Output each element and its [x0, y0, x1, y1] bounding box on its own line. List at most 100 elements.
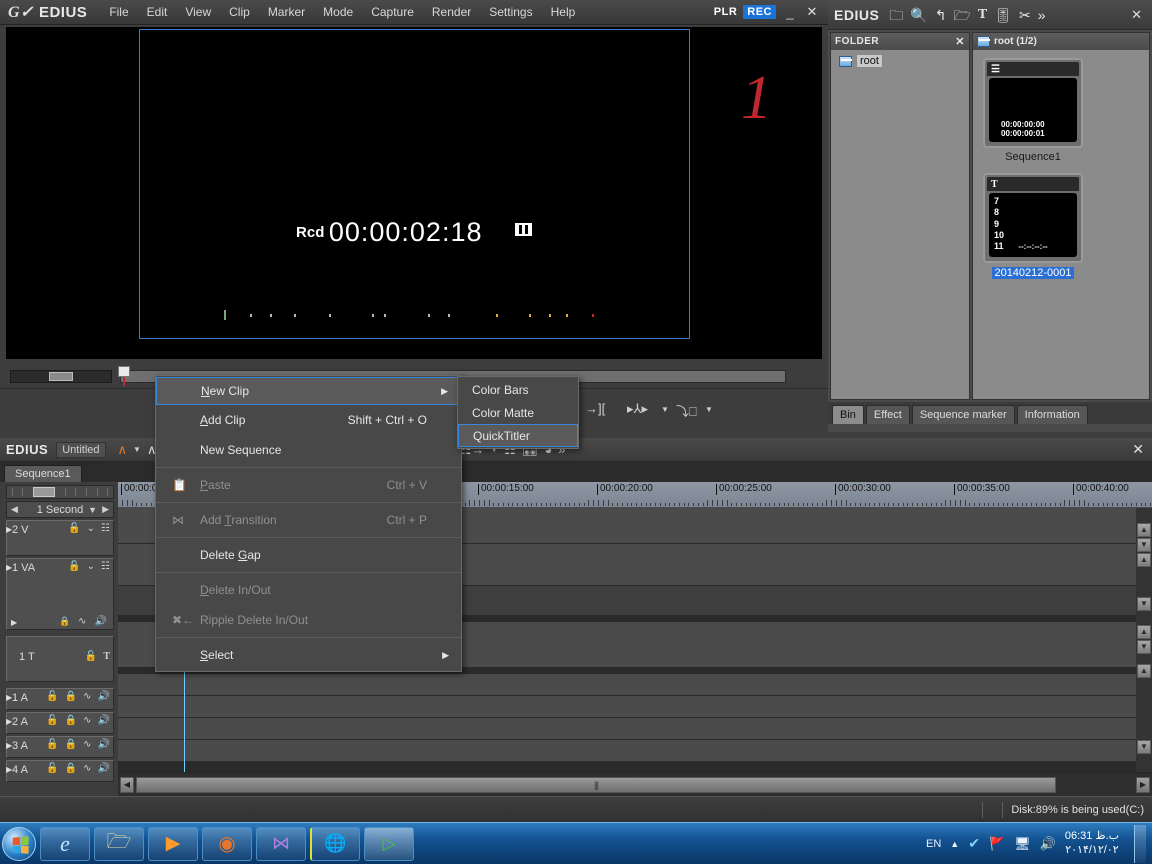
search-icon[interactable]: 🔍: [910, 8, 927, 22]
language-indicator[interactable]: EN: [926, 838, 941, 850]
audio-mute-icon[interactable]: 🔒: [65, 739, 77, 750]
zoom-unit-next-icon[interactable]: ▶: [102, 504, 109, 515]
track-buttons[interactable]: 🔓 T: [85, 651, 110, 662]
insert-clip-icon[interactable]: ⤵⎕: [676, 401, 697, 420]
track-buttons[interactable]: 🔓 🔒 ∿ 🔊: [46, 715, 110, 726]
minimize-button[interactable]: _: [782, 5, 798, 20]
track-height-down-button[interactable]: ▼: [1137, 740, 1151, 754]
taskbar-clock[interactable]: ب.ظ 06:31 ۲۰۱۴/۱۲/۰۲: [1065, 830, 1119, 858]
new-clip-submenu[interactable]: Color Bars Color Matte QuickTitler: [457, 376, 579, 449]
bin-clip-grid[interactable]: ☰ 00:00:00:00 00:00:00:01 Sequence1 T 7 …: [973, 50, 1149, 399]
folder-icon[interactable]: 🗀: [889, 8, 903, 22]
more-chevron-icon[interactable]: »: [1038, 8, 1046, 22]
audio-mute-icon[interactable]: 🔒: [65, 763, 77, 774]
tab-sequence-marker[interactable]: Sequence marker: [911, 405, 1015, 424]
zoom-unit-dropdown-icon[interactable]: ▼: [88, 505, 97, 515]
track-height-up-button[interactable]: ▲: [1137, 625, 1151, 639]
marker-chevron-icon[interactable]: ▼: [661, 405, 669, 414]
track-audio-sub[interactable]: ▶ 🔒 ∿ 🔊: [7, 616, 113, 627]
bin-toolbar[interactable]: 🗀 🔍 ↰ 🗁 T 🎚 ✂ »: [889, 7, 1046, 22]
folder-tree-row-root[interactable]: root: [839, 54, 969, 68]
colorbar-icon[interactable]: 🎚: [994, 8, 1012, 22]
volume-icon[interactable]: 🔊: [1040, 836, 1056, 852]
windows-taskbar[interactable]: e 🗁 ▶ ◉ ⋈ 🌐 ▷ EN ▲ ✔ 🚩 🖥 🔊 ب.ظ 06:31 ۲۰۱…: [0, 822, 1152, 864]
tab-effect[interactable]: Effect: [865, 405, 910, 424]
bin-tab-strip[interactable]: Bin Effect Sequence marker Information: [828, 402, 1152, 424]
menu-settings[interactable]: Settings: [481, 2, 540, 22]
start-orb[interactable]: [2, 826, 36, 861]
speaker-icon[interactable]: 🔊: [98, 715, 110, 726]
track-height-down-button[interactable]: ▼: [1137, 538, 1151, 552]
menu-capture[interactable]: Capture: [363, 2, 422, 22]
audio-lock-icon[interactable]: 🔒: [59, 616, 70, 627]
bin-clip-item[interactable]: ☰ 00:00:00:00 00:00:00:01 Sequence1: [983, 58, 1083, 163]
lock-icon[interactable]: 🔓: [46, 715, 58, 726]
track-scroll-icon[interactable]: ☷: [101, 561, 110, 572]
close-button[interactable]: ✕: [804, 4, 820, 20]
bin-clip-item[interactable]: T 7 8 9 10 11 --:--:--:-- 20140212-0001: [983, 173, 1083, 281]
menu-clip[interactable]: Clip: [221, 2, 258, 22]
audio-mute-icon[interactable]: 🔒: [65, 715, 77, 726]
track-header-1va[interactable]: ▶ 1 VA 🔓 ⌄ ☷ ▶ 🔒 ∿ 🔊: [6, 558, 114, 630]
internet-explorer-icon[interactable]: e: [40, 826, 90, 861]
track-height-up-button[interactable]: ▲: [1137, 553, 1151, 567]
menu-item-add-clip[interactable]: Add Clip Shift + Ctrl + O: [156, 405, 461, 435]
system-tray[interactable]: EN ▲ ✔ 🚩 🖥 🔊 ب.ظ 06:31 ۲۰۱۴/۱۲/۰۲: [926, 824, 1152, 863]
video-mute-icon[interactable]: ⌄: [87, 523, 95, 534]
menu-help[interactable]: Help: [543, 2, 584, 22]
clip-thumbnail[interactable]: T 7 8 9 10 11 --:--:--:--: [983, 173, 1083, 263]
player-video-canvas[interactable]: 1 Rcd 00:00:02:18 Cur 00:00:02:18 In --:…: [6, 27, 822, 383]
context-menu[interactable]: New Clip ▶ Add Clip Shift + Ctrl + O New…: [155, 375, 462, 672]
up-icon[interactable]: ↰: [935, 8, 947, 22]
speaker-icon[interactable]: 🔊: [98, 763, 110, 774]
timeline-horizontal-scrollbar[interactable]: ◀ ▶: [118, 774, 1152, 796]
bin-close-button[interactable]: ✕: [1131, 7, 1142, 22]
security-icon[interactable]: ✔: [968, 835, 980, 852]
timeline-track-scroll-column[interactable]: ▲ ▼ ▲ ▼ ▲ ▼ ▲ ▼: [1136, 508, 1152, 772]
folder-close-icon[interactable]: ✕: [955, 35, 965, 48]
zoom-unit-prev-icon[interactable]: ◀: [11, 504, 18, 515]
timeline-zoom-slider[interactable]: [6, 485, 114, 499]
submenu-item-color-bars[interactable]: Color Bars: [458, 378, 578, 401]
track-height-up-button[interactable]: ▲: [1137, 664, 1151, 678]
folder-root-label[interactable]: root: [856, 54, 883, 68]
timeline-track-row-4a[interactable]: [118, 740, 1136, 762]
video-mute-icon[interactable]: ⌄: [87, 561, 95, 572]
menu-item-delete-gap[interactable]: Delete Gap: [156, 540, 461, 570]
clip-thumbnail[interactable]: ☰ 00:00:00:00 00:00:00:01: [983, 58, 1083, 148]
track-header-4a[interactable]: ▶ 4 A 🔓 🔒 ∿ 🔊: [6, 760, 114, 782]
track-header-1a[interactable]: ▶ 1 A 🔓 🔒 ∿ 🔊: [6, 688, 114, 710]
speaker-icon[interactable]: 🔊: [98, 739, 110, 750]
lock-icon[interactable]: 🔓: [68, 561, 80, 572]
track-buttons[interactable]: 🔓 🔒 ∿ 🔊: [46, 739, 110, 750]
add-bin-icon[interactable]: 🗁: [953, 8, 970, 22]
tab-sequence1[interactable]: Sequence1: [4, 465, 82, 482]
track-buttons[interactable]: 🔓 ⌄ ☷: [68, 561, 110, 572]
title-icon[interactable]: T: [978, 7, 987, 22]
submenu-item-quicktitler[interactable]: QuickTitler: [458, 424, 578, 447]
player-menubar[interactable]: File Edit View Clip Marker Mode Capture …: [101, 2, 583, 22]
scroll-thumb[interactable]: [136, 777, 1056, 793]
action-center-icon[interactable]: 🚩: [989, 836, 1005, 852]
clip-name[interactable]: Sequence1: [983, 151, 1083, 163]
player-playhead[interactable]: [118, 366, 130, 386]
tab-bin[interactable]: Bin: [832, 405, 864, 424]
insert-chevron-icon[interactable]: ▼: [705, 405, 713, 414]
track-height-up-button[interactable]: ▲: [1137, 523, 1151, 537]
track-height-down-button[interactable]: ▼: [1137, 640, 1151, 654]
track-header-3a[interactable]: ▶ 3 A 🔓 🔒 ∿ 🔊: [6, 736, 114, 758]
lock-icon[interactable]: 🔓: [68, 523, 80, 534]
timeline-zoom-unit[interactable]: ◀ 1 Second ▼ ▶: [6, 501, 114, 518]
movie-maker-icon[interactable]: ⋈: [256, 826, 306, 861]
scroll-left-button[interactable]: ◀: [120, 777, 134, 793]
lock-icon[interactable]: 🔓: [46, 691, 58, 702]
waveform-icon[interactable]: ∿: [78, 616, 86, 627]
speaker-icon[interactable]: 🔊: [98, 691, 110, 702]
menu-item-new-sequence[interactable]: New Sequence: [156, 435, 461, 465]
submenu-item-color-matte[interactable]: Color Matte: [458, 401, 578, 424]
timeline-track-row-1a[interactable]: [118, 674, 1136, 696]
player-zoom-grip[interactable]: [49, 371, 73, 381]
track-audio-expand-icon[interactable]: ▶: [11, 618, 17, 627]
media-player-icon[interactable]: ▶: [148, 826, 198, 861]
menu-render[interactable]: Render: [424, 2, 479, 22]
